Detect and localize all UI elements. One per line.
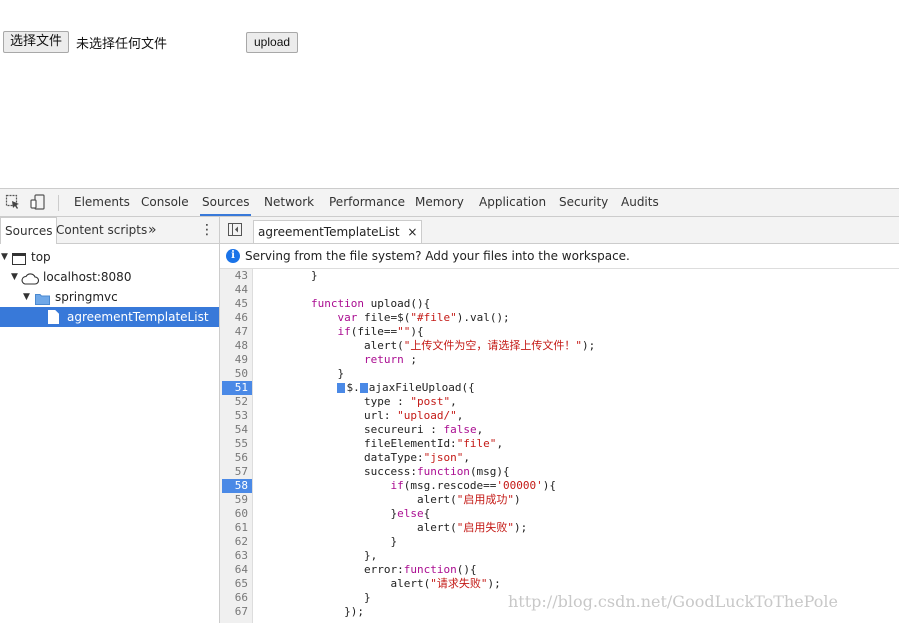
toggle-navigator-icon[interactable] — [228, 223, 242, 239]
choose-file-button[interactable]: 选择文件 — [3, 31, 70, 53]
tree-item-folder[interactable]: ▼ springmvc — [0, 287, 219, 307]
code-editor[interactable]: } function upload(){ var file=$("#file")… — [258, 269, 898, 623]
editor-pane: agreementTemplateList × i Serving from t… — [220, 217, 899, 623]
line-number[interactable]: 56 — [220, 451, 248, 465]
workspace-info-bar: i Serving from the file system? Add your… — [220, 244, 899, 269]
line-number[interactable]: 43 — [220, 269, 248, 283]
editor-file-tab[interactable]: agreementTemplateList × — [253, 220, 423, 243]
line-number[interactable]: 60 — [220, 507, 248, 521]
code-line: } — [337, 367, 345, 380]
code-line: if(msg.rescode=='00000'){ — [390, 479, 557, 492]
code-line: }, — [363, 549, 378, 562]
code-line: }); — [344, 605, 364, 618]
tree-item-file[interactable]: agreementTemplateList — [0, 307, 219, 327]
code-line: function upload(){ — [310, 297, 431, 310]
line-number[interactable]: 47 — [220, 325, 248, 339]
watermark: http://blog.csdn.net/GoodLuckToThePole — [508, 592, 839, 611]
devtools-panel: Elements Console Sources Network Perform… — [0, 188, 899, 623]
toolbar-divider — [58, 195, 59, 211]
code-line: dataType:"json", — [363, 451, 470, 464]
line-number[interactable]: 59 — [220, 493, 248, 507]
line-number[interactable]: 48 — [220, 339, 248, 353]
tree-item-top[interactable]: ▼ top — [0, 247, 219, 267]
tab-memory[interactable]: Memory — [413, 189, 466, 216]
line-number[interactable]: 46 — [220, 311, 248, 325]
breakpoint-line-number[interactable]: 51 — [222, 381, 252, 395]
tab-navigator-sources[interactable]: Sources — [0, 217, 58, 244]
info-icon: i — [226, 249, 240, 263]
tab-network[interactable]: Network — [262, 189, 316, 216]
line-number[interactable]: 61 — [220, 521, 248, 535]
line-number[interactable]: 49 — [220, 353, 248, 367]
code-line: alert("启用成功") — [416, 493, 521, 506]
code-line: url: "upload/", — [363, 409, 464, 422]
tree-item-label: top — [31, 250, 51, 264]
expand-triangle-icon[interactable]: ▼ — [11, 267, 18, 287]
line-number[interactable]: 64 — [220, 563, 248, 577]
line-number[interactable]: 66 — [220, 591, 248, 605]
code-line: } — [390, 535, 398, 548]
tab-sources[interactable]: Sources — [200, 189, 252, 216]
tab-security[interactable]: Security — [557, 189, 610, 216]
code-line: alert("请求失败"); — [390, 577, 501, 590]
tree-item-label: agreementTemplateList — [67, 310, 209, 324]
file-status-text: 未选择任何文件 — [76, 37, 168, 52]
tree-item-host[interactable]: ▼ localhost:8080 — [0, 267, 219, 287]
expand-triangle-icon[interactable]: ▼ — [1, 247, 8, 267]
line-number[interactable]: 53 — [220, 409, 248, 423]
line-number[interactable]: 57 — [220, 465, 248, 479]
inspect-element-icon[interactable] — [5, 194, 21, 210]
code-line: return ; — [363, 353, 417, 366]
code-line: alert("上传文件为空，请选择上传文件！"); — [363, 339, 596, 352]
navigator-pane: Sources Content scripts » ⋮ ▼ top ▼ loca… — [0, 217, 220, 623]
code-line: if(file==""){ — [337, 325, 424, 338]
more-tabs-icon[interactable]: » — [144, 217, 161, 243]
close-icon[interactable]: × — [407, 225, 417, 239]
code-line: fileElementId:"file", — [363, 437, 504, 450]
inline-breakpoint-marker[interactable] — [359, 383, 368, 393]
code-line: secureuri : false, — [363, 423, 484, 436]
line-number[interactable]: 44 — [220, 283, 248, 297]
tree-item-label: localhost:8080 — [43, 270, 132, 284]
line-number[interactable]: 63 — [220, 549, 248, 563]
line-number-gutter[interactable]: 43 44 45 46 47 48 49 50 51 52 53 54 55 56 57 58 59 60 61 62… — [220, 269, 253, 623]
breakpoint-line-number[interactable]: 58 — [222, 479, 252, 493]
file-tab-label: agreementTemplateList — [258, 225, 400, 239]
tab-elements[interactable]: Elements — [72, 189, 132, 216]
device-toolbar-icon[interactable] — [30, 194, 46, 210]
line-number[interactable]: 62 — [220, 535, 248, 549]
navigator-menu-icon[interactable]: ⋮ — [196, 217, 218, 243]
tree-item-label: springmvc — [55, 290, 118, 304]
tab-content-scripts[interactable]: Content scripts — [52, 217, 151, 243]
tab-performance[interactable]: Performance — [327, 189, 407, 216]
line-number[interactable]: 52 — [220, 395, 248, 409]
code-line: error:function(){ — [363, 563, 477, 576]
code-line: alert("启用失败"); — [416, 521, 528, 534]
tab-audits[interactable]: Audits — [619, 189, 661, 216]
line-number[interactable]: 65 — [220, 577, 248, 591]
code-line: type : "post", — [363, 395, 457, 408]
code-line: }else{ — [390, 507, 431, 520]
code-line: $. ajaxFileUpload({ — [258, 381, 475, 395]
file-icon — [48, 310, 59, 330]
line-number[interactable]: 50 — [220, 367, 248, 381]
inline-breakpoint-marker[interactable] — [337, 383, 346, 393]
code-line: var file=$("#file").val(); — [337, 311, 510, 324]
info-message: Serving from the file system? Add your f… — [245, 249, 630, 263]
devtools-toolbar: Elements Console Sources Network Perform… — [0, 189, 899, 217]
code-line: } — [363, 591, 371, 604]
tab-console[interactable]: Console — [139, 189, 191, 216]
editor-tabs: agreementTemplateList × — [220, 217, 899, 244]
tab-application[interactable]: Application — [477, 189, 548, 216]
line-number[interactable]: 45 — [220, 297, 248, 311]
expand-triangle-icon[interactable]: ▼ — [23, 287, 30, 307]
code-line: } — [258, 269, 318, 282]
line-number[interactable]: 54 — [220, 423, 248, 437]
upload-button[interactable]: upload — [246, 32, 299, 53]
line-number[interactable]: 67 — [220, 605, 248, 619]
navigator-tabs: Sources Content scripts » ⋮ — [0, 217, 219, 244]
line-number[interactable]: 55 — [220, 437, 248, 451]
code-line: success:function(msg){ — [363, 465, 510, 478]
